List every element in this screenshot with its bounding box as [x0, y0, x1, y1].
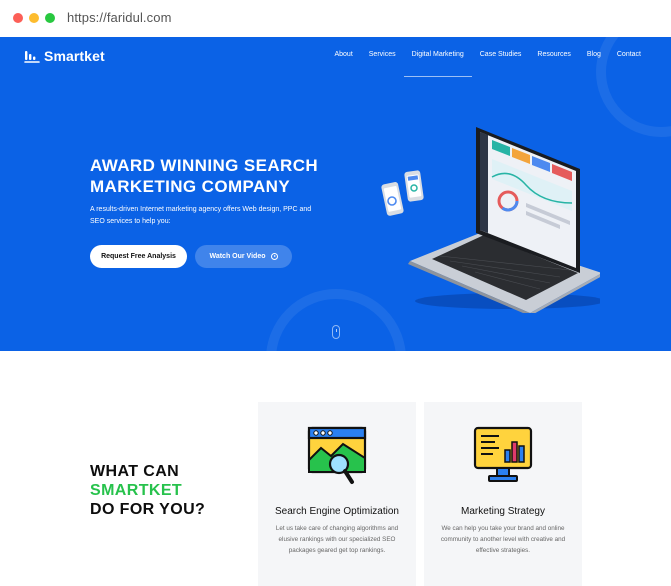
scroll-down-indicator[interactable]: [332, 325, 340, 339]
services-heading-line1: WHAT CAN: [90, 463, 180, 480]
browser-toolbar: https://faridul.com: [0, 0, 671, 37]
maximize-window-button[interactable]: [45, 13, 55, 23]
nav-item-about[interactable]: About: [326, 51, 360, 58]
logo-icon: [24, 51, 40, 63]
nav-item-services[interactable]: Services: [361, 51, 404, 58]
service-card-description: Let us take care of changing algorithms …: [275, 525, 399, 554]
service-card-marketing-strategy[interactable]: Marketing Strategy We can help you take …: [424, 402, 582, 586]
nav-item-blog[interactable]: Blog: [579, 51, 609, 58]
hero-section: Smartket About Services Digital Marketin…: [0, 37, 671, 351]
nav-item-case-studies[interactable]: Case Studies: [472, 51, 530, 58]
service-card-seo[interactable]: Search Engine Optimization Let us take c…: [258, 402, 416, 586]
hero-title: AWARD WINNING SEARCH MARKETING COMPANY: [90, 155, 350, 197]
watch-video-button[interactable]: Watch Our Video: [195, 245, 292, 268]
services-heading: WHAT CAN SMARTKET DO FOR YOU?: [90, 462, 205, 519]
service-card-title: Marketing Strategy: [461, 506, 545, 517]
address-bar[interactable]: https://faridul.com: [67, 10, 172, 25]
watch-video-label: Watch Our Video: [209, 253, 266, 260]
main-nav: About Services Digital Marketing Case St…: [326, 51, 649, 77]
hero-title-line2: MARKETING COMPANY: [90, 177, 291, 196]
request-analysis-button[interactable]: Request Free Analysis: [90, 245, 187, 268]
nav-item-contact[interactable]: Contact: [609, 51, 649, 58]
services-heading-line3: DO FOR YOU?: [90, 501, 206, 518]
service-card-title: Search Engine Optimization: [275, 506, 399, 517]
services-heading-brand: SMARTKET: [90, 482, 183, 499]
service-card-description: We can help you take your brand and onli…: [440, 525, 566, 554]
play-icon: [270, 253, 278, 260]
seo-browser-magnifier-icon: [307, 426, 367, 484]
close-window-button[interactable]: [13, 13, 23, 23]
nav-item-resources[interactable]: Resources: [529, 51, 578, 58]
minimize-window-button[interactable]: [29, 13, 39, 23]
nav-item-digital-marketing[interactable]: Digital Marketing: [403, 51, 472, 77]
hero-subtitle: A results-driven Internet marketing agen…: [90, 206, 312, 225]
logo-text: Smartket: [44, 48, 105, 64]
hero-title-line1: AWARD WINNING SEARCH: [90, 156, 319, 175]
site-logo[interactable]: Smartket: [24, 48, 105, 64]
monitor-chart-icon: [473, 426, 533, 482]
laptop-phones-illustration: [381, 127, 600, 313]
